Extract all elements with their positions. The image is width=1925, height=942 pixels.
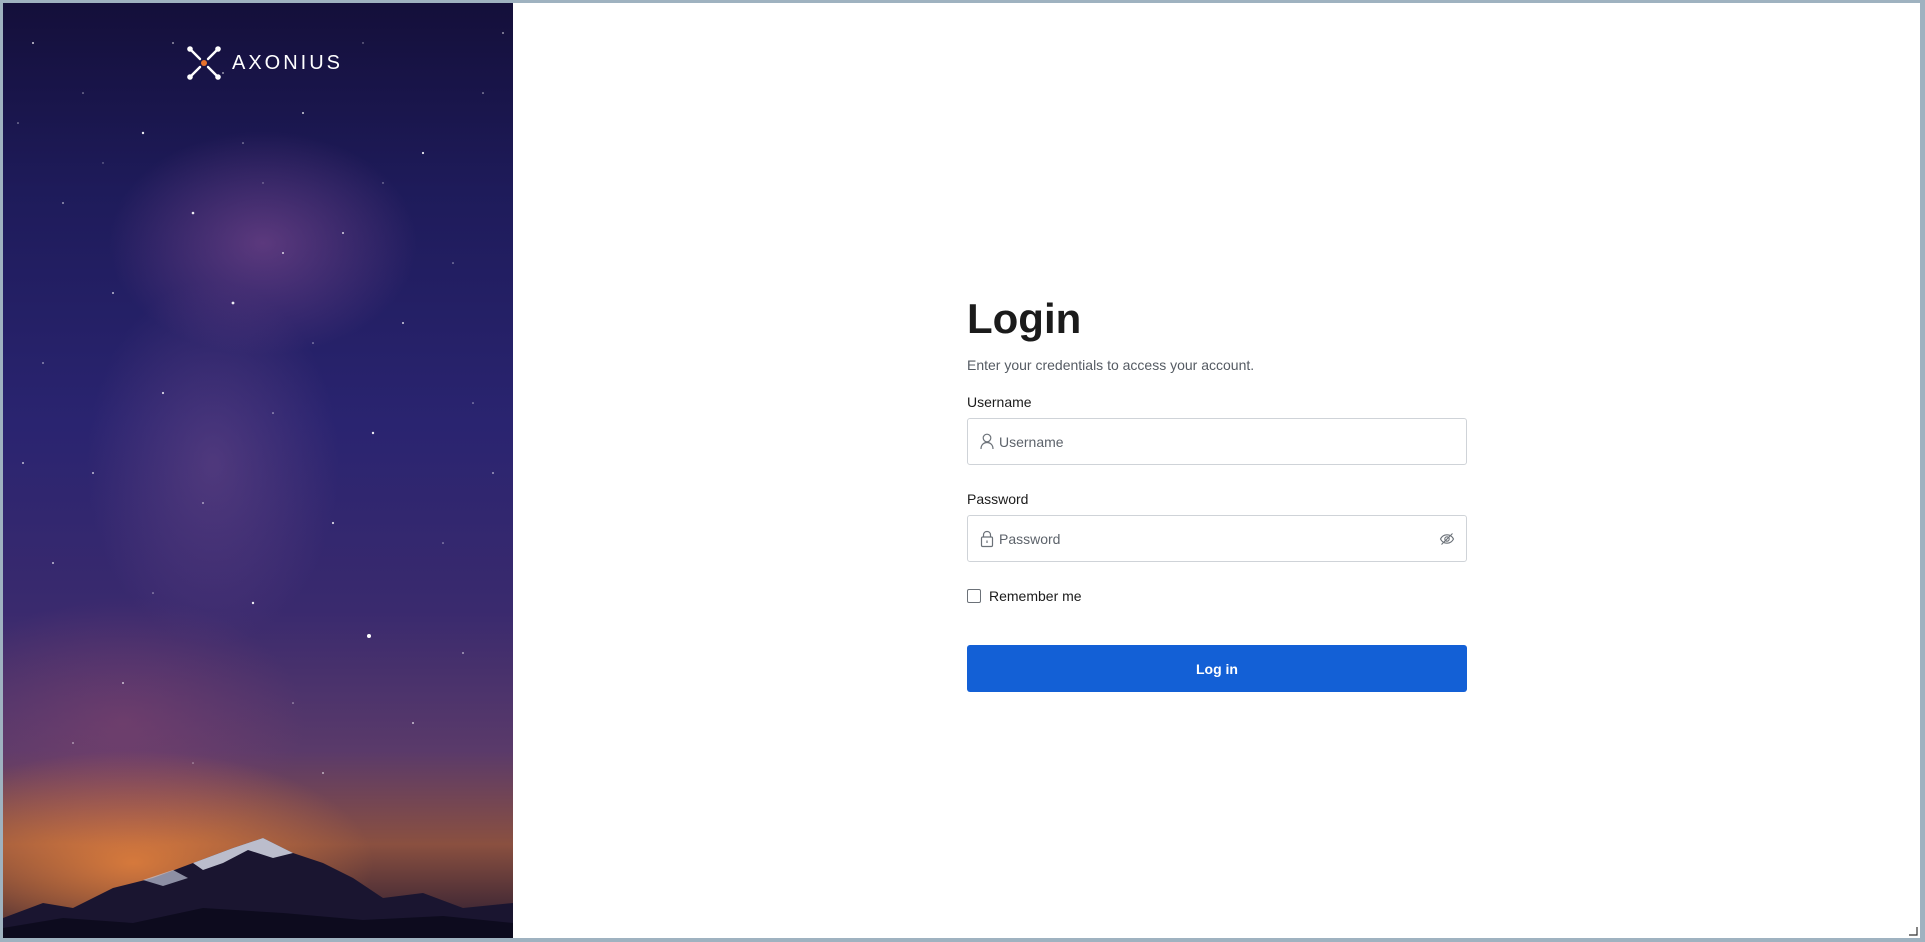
brand-name: AXONIUS bbox=[232, 51, 344, 74]
hero-panel: AXONIUS bbox=[3, 3, 513, 938]
password-label: Password bbox=[967, 491, 1029, 507]
login-button[interactable]: Log in bbox=[967, 645, 1467, 692]
remember-me-label[interactable]: Remember me bbox=[989, 588, 1082, 604]
remember-me-checkbox[interactable] bbox=[967, 589, 981, 603]
login-form: Login Enter your credentials to access y… bbox=[967, 293, 1467, 692]
mountain-silhouette bbox=[3, 838, 513, 938]
user-icon bbox=[980, 433, 994, 450]
username-label: Username bbox=[967, 394, 1032, 410]
lock-icon bbox=[980, 530, 994, 548]
password-field[interactable] bbox=[967, 515, 1467, 562]
axonius-x-logo-icon bbox=[187, 46, 221, 80]
password-input[interactable] bbox=[997, 529, 1421, 548]
brand-logo: AXONIUS bbox=[186, 45, 343, 81]
username-field[interactable] bbox=[967, 418, 1467, 465]
username-input[interactable] bbox=[997, 432, 1421, 451]
page-title: Login bbox=[967, 295, 1082, 342]
page-subtitle: Enter your credentials to access your ac… bbox=[967, 357, 1255, 373]
starfield-background bbox=[17, 32, 504, 774]
eye-off-icon[interactable] bbox=[1439, 531, 1455, 547]
browser-window: AXONIUS Login Enter your credentials to … bbox=[3, 3, 1920, 938]
resize-handle-icon[interactable] bbox=[1908, 926, 1918, 936]
remember-me[interactable]: Remember me bbox=[967, 588, 1467, 604]
